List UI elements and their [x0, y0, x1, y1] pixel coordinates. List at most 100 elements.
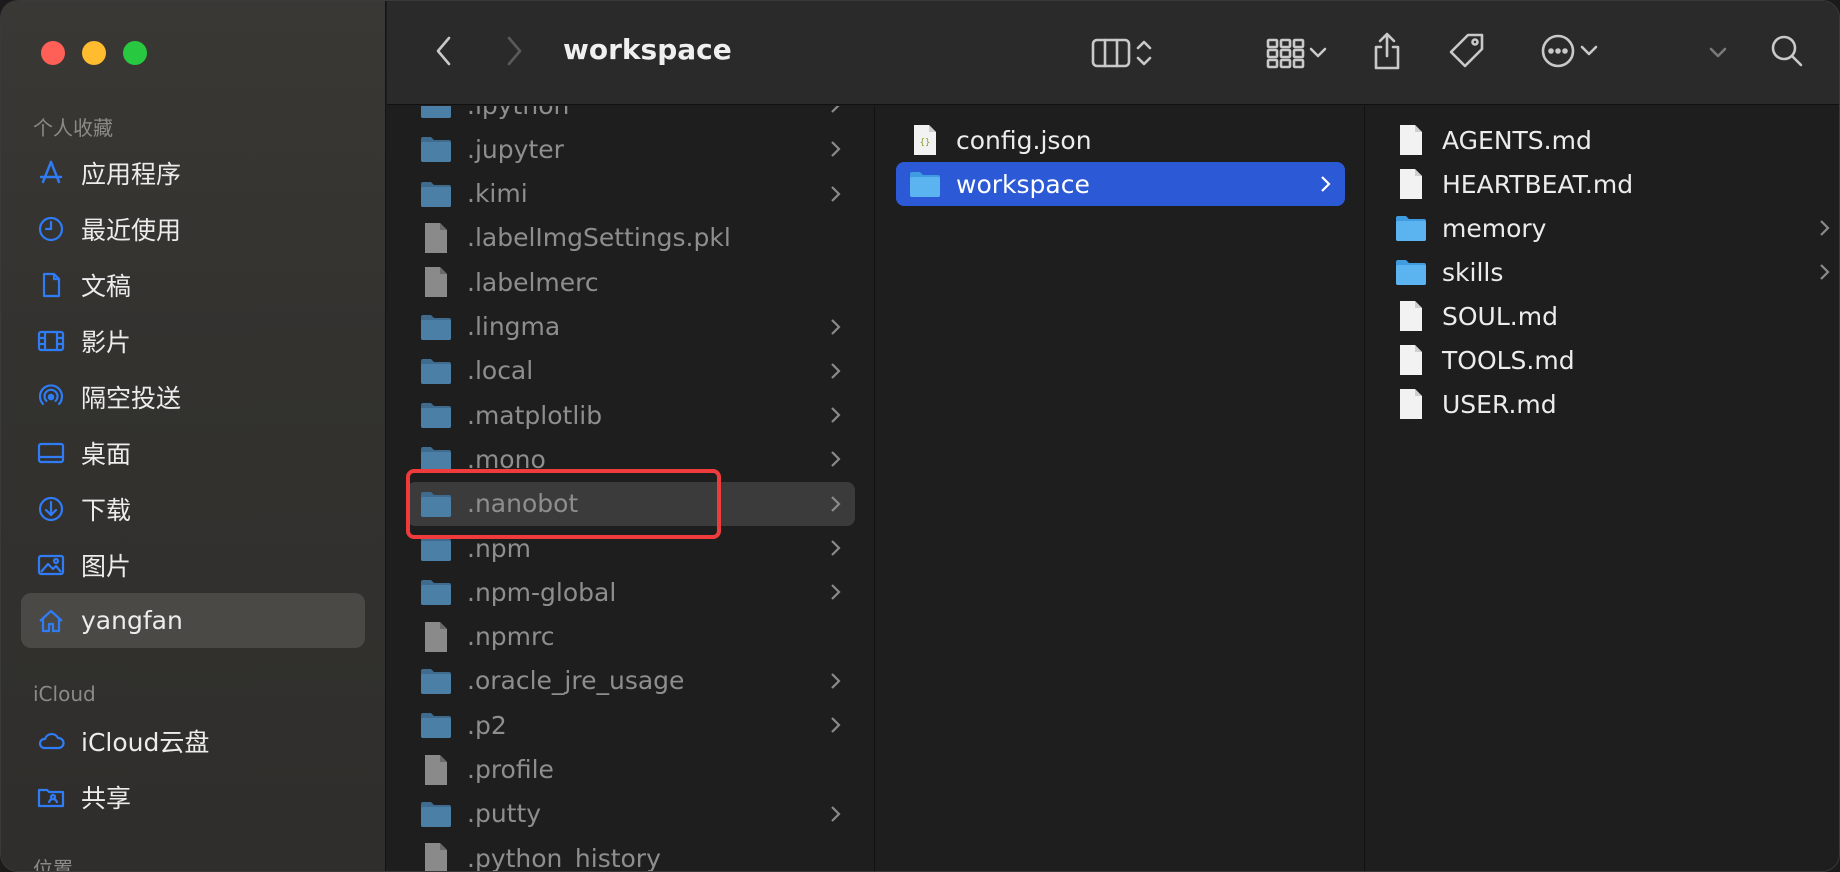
group-button[interactable]: [1257, 33, 1337, 73]
close-button[interactable]: [41, 41, 65, 65]
chevron-right-icon: [829, 138, 843, 160]
sidebar-item-pictures[interactable]: 图片: [21, 537, 365, 592]
sidebar-item-home[interactable]: yangfan: [21, 593, 365, 648]
chevron-right-icon: [829, 404, 843, 426]
folder-icon: [419, 177, 453, 211]
sidebar-item-documents[interactable]: 文稿: [21, 257, 365, 312]
folder-row[interactable]: .kimi: [407, 172, 855, 216]
sidebar-item-downloads[interactable]: 下载: [21, 481, 365, 536]
folder-row[interactable]: .putty: [407, 792, 855, 836]
folder-row[interactable]: .matplotlib: [407, 393, 855, 437]
folder-icon: [419, 442, 453, 476]
sidebar-item-icloud-drive[interactable]: iCloud云盘: [21, 713, 365, 768]
file-name: .jupyter: [467, 134, 564, 164]
file-row[interactable]: HEARTBEAT.md: [1394, 162, 1839, 206]
folder-row[interactable]: memory: [1394, 206, 1839, 250]
file-row[interactable]: .labelImgSettings.pkl: [407, 216, 855, 260]
file-icon: [419, 841, 453, 871]
file-row[interactable]: .python_history: [407, 836, 855, 871]
tags-button[interactable]: [1445, 29, 1489, 73]
search-icon: [1771, 35, 1803, 67]
file-name: .mono: [467, 444, 546, 474]
folder-icon: [419, 132, 453, 166]
folder-row[interactable]: .mono: [407, 437, 855, 481]
folder-row[interactable]: .npm-global: [407, 570, 855, 614]
grid-icon: [1266, 38, 1305, 69]
file-row[interactable]: .npmrc: [407, 615, 855, 659]
chevron-right-icon: [1319, 173, 1333, 195]
search-button[interactable]: [1767, 31, 1807, 71]
column-workspace[interactable]: AGENTS.md HEARTBEAT.md memory skills SOUL.md…: [1366, 106, 1839, 871]
file-name: .kimi: [467, 179, 528, 209]
chevron-right-icon: [829, 581, 843, 603]
document-icon: [35, 269, 67, 301]
sidebar-item-label: 应用程序: [81, 159, 182, 189]
zoom-button[interactable]: [123, 41, 147, 65]
share-button[interactable]: [1367, 29, 1407, 73]
file-row[interactable]: SOUL.md: [1394, 294, 1839, 338]
file-row[interactable]: USER.md: [1394, 382, 1839, 426]
chevron-right-icon: [829, 316, 843, 338]
column-nanobot[interactable]: {} config.json workspace: [876, 106, 1365, 871]
shared-folder-icon: [35, 781, 67, 813]
sidebar-item-recents[interactable]: 最近使用: [21, 201, 365, 256]
minimize-button[interactable]: [82, 41, 106, 65]
folder-icon: [419, 106, 453, 122]
column-home[interactable]: .ipython .jupyter .kimi .labelImgSettings.p…: [387, 106, 875, 871]
file-icon: [1394, 167, 1428, 201]
file-name: .lingma: [467, 312, 561, 341]
file-icon: [419, 753, 453, 787]
chevron-right-icon: [829, 803, 843, 825]
chevron-right-icon: [829, 537, 843, 559]
sidebar-item-label: 文稿: [81, 271, 132, 301]
sidebar-item-airdrop[interactable]: 隔空投送: [21, 369, 365, 424]
cloud-icon: [35, 725, 67, 757]
chevron-down-icon: [1580, 45, 1598, 56]
file-row[interactable]: TOOLS.md: [1394, 338, 1839, 382]
file-name: .matplotlib: [467, 400, 603, 430]
sidebar-item-applications[interactable]: 应用程序: [21, 145, 365, 200]
folder-row[interactable]: skills: [1394, 250, 1839, 294]
folder-row[interactable]: .oracle_jre_usage: [407, 659, 855, 703]
folder-row[interactable]: .lingma: [407, 305, 855, 349]
folder-icon: [419, 664, 453, 698]
sidebar-item-label: 共享: [81, 783, 132, 813]
favorites-section-title: 个人收藏: [33, 116, 113, 140]
more-actions-button[interactable]: [1531, 31, 1607, 71]
file-name: .putty: [467, 799, 542, 829]
back-button[interactable]: [429, 31, 459, 71]
up-down-chevron-icon: [1136, 40, 1152, 66]
file-row[interactable]: {} config.json: [896, 118, 1345, 162]
file-name: SOUL.md: [1442, 301, 1558, 331]
file-name: .npm: [467, 533, 532, 563]
folder-row[interactable]: .jupyter: [407, 127, 855, 171]
chevron-right-icon: [829, 493, 843, 515]
sidebar-item-label: 最近使用: [81, 215, 182, 245]
folder-row[interactable]: .p2: [407, 703, 855, 747]
forward-button[interactable]: [499, 31, 529, 71]
sidebar-item-shared[interactable]: 共享: [21, 769, 365, 824]
folder-row[interactable]: .nanobot: [407, 481, 855, 526]
file-icon: [419, 265, 453, 299]
folder-icon: [419, 310, 453, 344]
sidebar-item-movies[interactable]: 影片: [21, 313, 365, 368]
folder-row[interactable]: .ipython: [407, 106, 855, 127]
file-name: .ipython: [467, 106, 569, 120]
sidebar-item-desktop[interactable]: 桌面: [21, 425, 365, 480]
file-name: TOOLS.md: [1442, 345, 1575, 375]
chevron-right-icon: [1818, 217, 1832, 239]
folder-icon: [419, 531, 453, 565]
file-name: skills: [1442, 257, 1504, 287]
chevron-down-icon: [1309, 47, 1327, 58]
folder-row[interactable]: .npm: [407, 526, 855, 570]
folder-icon: [419, 354, 453, 388]
file-name: config.json: [956, 125, 1092, 155]
toolbar-overflow-button[interactable]: [1703, 33, 1733, 73]
folder-row[interactable]: .local: [407, 349, 855, 393]
folder-row[interactable]: workspace: [896, 162, 1345, 206]
file-row[interactable]: AGENTS.md: [1394, 118, 1839, 162]
view-mode-button[interactable]: [1085, 33, 1161, 73]
file-row[interactable]: .labelmerc: [407, 260, 855, 304]
file-row[interactable]: .profile: [407, 748, 855, 792]
folder-icon: [1394, 211, 1428, 245]
